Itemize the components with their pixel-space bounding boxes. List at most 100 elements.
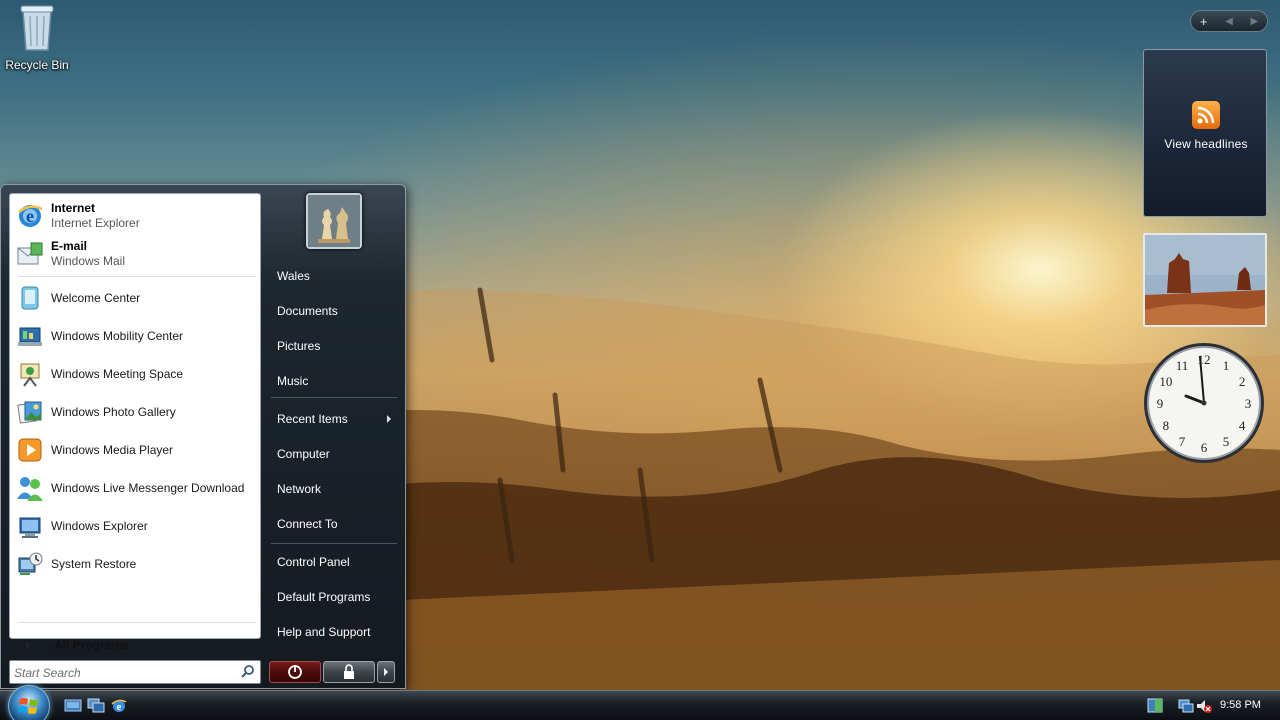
email-title: E-mail	[51, 239, 88, 253]
clock-numeral: 5	[1223, 434, 1230, 449]
all-programs-separator	[18, 622, 256, 623]
recent-item-label: Windows Meeting Space	[51, 366, 184, 381]
recent-item-label: Windows Media Player	[51, 442, 174, 457]
all-programs-label: All Programs	[54, 638, 129, 652]
switch-windows-icon[interactable]	[87, 698, 105, 714]
internet-explorer-icon[interactable]: e	[110, 698, 128, 714]
recent-item-media-player[interactable]: Windows Media Player	[14, 432, 258, 468]
search-icon[interactable]	[240, 664, 256, 680]
recent-item-windows-explorer[interactable]: Windows Explorer	[14, 508, 258, 544]
chevron-right-icon	[384, 668, 388, 676]
recent-item-label: Welcome Center	[51, 290, 141, 305]
recent-item-live-messenger[interactable]: Windows Live Messenger Download	[14, 470, 258, 506]
right-link-recent-items[interactable]: Recent Items	[269, 405, 397, 433]
slideshow-photo	[1145, 235, 1265, 325]
clock-gadget[interactable]: 12 1234567891011	[1142, 341, 1266, 465]
clock-numeral: 6	[1201, 440, 1208, 455]
recycle-bin-icon	[20, 5, 54, 51]
windows-sidebar-icon	[1147, 698, 1163, 713]
chess-pieces-avatar	[308, 195, 360, 247]
meeting-space-icon	[14, 358, 46, 390]
network-icon	[1178, 699, 1194, 713]
show-desktop-icon[interactable]	[64, 698, 82, 714]
recent-item-welcome-center[interactable]: Welcome Center	[14, 280, 258, 316]
welcome-center-icon	[14, 282, 46, 314]
previous-gadgets-button[interactable]: ◀	[1219, 16, 1239, 27]
taskbar: e 9:58 PM	[0, 685, 1280, 720]
sidebar-controls: + ◀ ▶	[1190, 10, 1268, 32]
pinned-email[interactable]: E-mail Windows Mail	[14, 236, 258, 272]
right-link-wales[interactable]: Wales	[269, 262, 397, 290]
view-headlines-link[interactable]: View headlines	[1144, 137, 1268, 151]
recycle-bin-label: Recycle Bin	[5, 58, 69, 72]
lock-icon	[344, 664, 354, 679]
taskbar-clock[interactable]: 9:58 PM	[1220, 699, 1261, 711]
recent-item-photo-gallery[interactable]: Windows Photo Gallery	[14, 394, 258, 430]
right-link-network[interactable]: Network	[269, 475, 397, 503]
recent-item-label: Windows Photo Gallery	[51, 404, 176, 419]
right-link-control-panel[interactable]: Control Panel	[269, 548, 397, 576]
clock-numeral: 4	[1239, 418, 1246, 433]
right-separator	[271, 543, 397, 544]
recent-item-label: Windows Mobility Center	[51, 328, 184, 343]
all-programs-button[interactable]: All Programs	[14, 634, 258, 656]
right-separator	[271, 397, 397, 398]
power-controls	[269, 661, 395, 683]
right-link-music[interactable]: Music	[269, 367, 397, 395]
mobility-center-icon	[14, 320, 46, 352]
internet-title: Internet	[51, 201, 96, 215]
recent-items-label: Recent Items	[277, 412, 348, 426]
start-button[interactable]	[8, 685, 50, 720]
right-link-documents[interactable]: Documents	[269, 297, 397, 325]
windows-logo-icon	[18, 698, 38, 714]
recent-item-label: Windows Explorer	[51, 518, 148, 533]
right-link-computer[interactable]: Computer	[269, 440, 397, 468]
programs-pane: e Internet Internet Explorer E-mail Window…	[9, 193, 261, 652]
clock-numeral: 7	[1179, 434, 1186, 449]
start-search-input[interactable]	[14, 664, 234, 681]
right-link-help-and-support[interactable]: Help and Support	[269, 618, 397, 646]
system-restore-icon	[14, 548, 46, 580]
user-account-picture[interactable]	[306, 193, 362, 249]
clock-numeral: 11	[1176, 358, 1189, 373]
lock-button[interactable]	[323, 661, 375, 683]
clock-numeral: 1	[1223, 358, 1230, 373]
internet-explorer-icon: e	[14, 200, 46, 232]
recent-item-mobility-center[interactable]: Windows Mobility Center	[14, 318, 258, 354]
photo-gallery-icon	[14, 396, 46, 428]
next-gadgets-button[interactable]: ▶	[1244, 16, 1264, 27]
recent-item-meeting-space[interactable]: Windows Meeting Space	[14, 356, 258, 392]
svg-text:e: e	[117, 701, 122, 713]
slideshow-gadget[interactable]	[1143, 233, 1267, 327]
recent-item-system-restore[interactable]: System Restore	[14, 546, 258, 582]
media-player-icon	[14, 434, 46, 466]
shutdown-options-button[interactable]	[377, 661, 395, 683]
add-gadget-button[interactable]: +	[1194, 14, 1214, 29]
clock-numeral: 9	[1157, 396, 1164, 411]
volume-muted-icon	[1197, 700, 1212, 713]
pinned-internet[interactable]: e Internet Internet Explorer	[14, 198, 258, 234]
clock-numeral: 2	[1239, 374, 1246, 389]
right-link-default-programs[interactable]: Default Programs	[269, 583, 397, 611]
power-icon	[288, 665, 302, 679]
recycle-bin-desktop-icon[interactable]: Recycle Bin	[4, 2, 70, 72]
internet-subtitle: Internet Explorer	[51, 216, 140, 230]
power-button[interactable]	[269, 661, 321, 683]
clock-numeral: 3	[1245, 396, 1252, 411]
chevron-right-icon	[387, 415, 391, 423]
svg-text:e: e	[26, 206, 34, 226]
rss-icon	[1192, 101, 1220, 129]
email-subtitle: Windows Mail	[51, 254, 126, 268]
start-search-box[interactable]	[9, 660, 261, 684]
right-link-connect-to[interactable]: Connect To	[269, 510, 397, 538]
windows-mail-icon	[14, 238, 46, 270]
feed-headlines-gadget[interactable]: View headlines	[1143, 49, 1267, 217]
recent-item-label: Windows Live Messenger Download	[51, 480, 245, 495]
recent-item-label: System Restore	[51, 556, 137, 571]
clock-numeral: 10	[1159, 374, 1172, 389]
clock-numeral: 8	[1163, 418, 1170, 433]
right-link-pictures[interactable]: Pictures	[269, 332, 397, 360]
windows-explorer-icon	[14, 510, 46, 542]
chevron-right-icon	[26, 640, 31, 650]
messenger-icon	[14, 472, 46, 504]
